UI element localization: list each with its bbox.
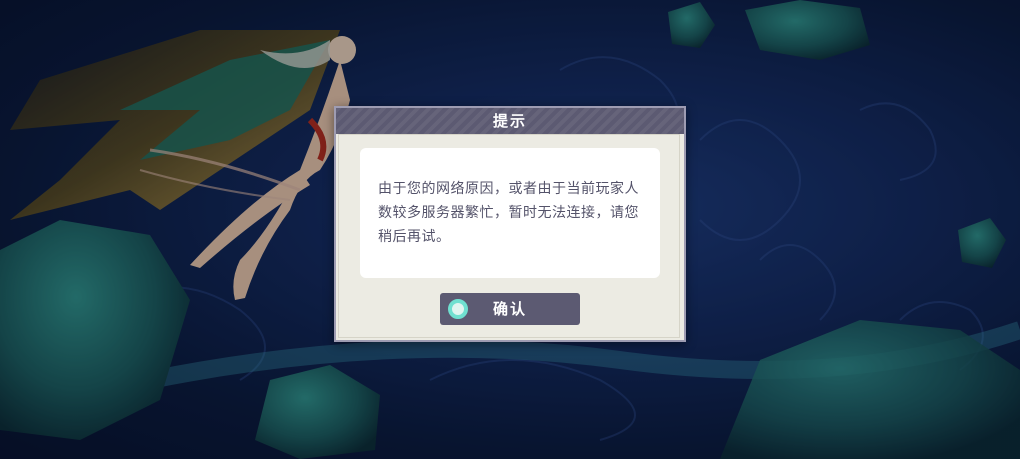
message-box: 由于您的网络原因，或者由于当前玩家人数较多服务器繁忙，暂时无法连接，请您稍后再试… [360,148,660,278]
confirm-label: 确认 [492,300,527,318]
dialog-title: 提示 [492,112,527,130]
confirm-button[interactable]: 确认 [440,293,580,325]
notice-dialog: 提示 由于您的网络原因，或者由于当前玩家人数较多服务器繁忙，暂时无法连接，请您稍… [334,106,686,342]
game-screen: 提示 由于您的网络原因，或者由于当前玩家人数较多服务器繁忙，暂时无法连接，请您稍… [0,0,1020,459]
dialog-message: 由于您的网络原因，或者由于当前玩家人数较多服务器繁忙，暂时无法连接，请您稍后再试… [378,181,639,245]
